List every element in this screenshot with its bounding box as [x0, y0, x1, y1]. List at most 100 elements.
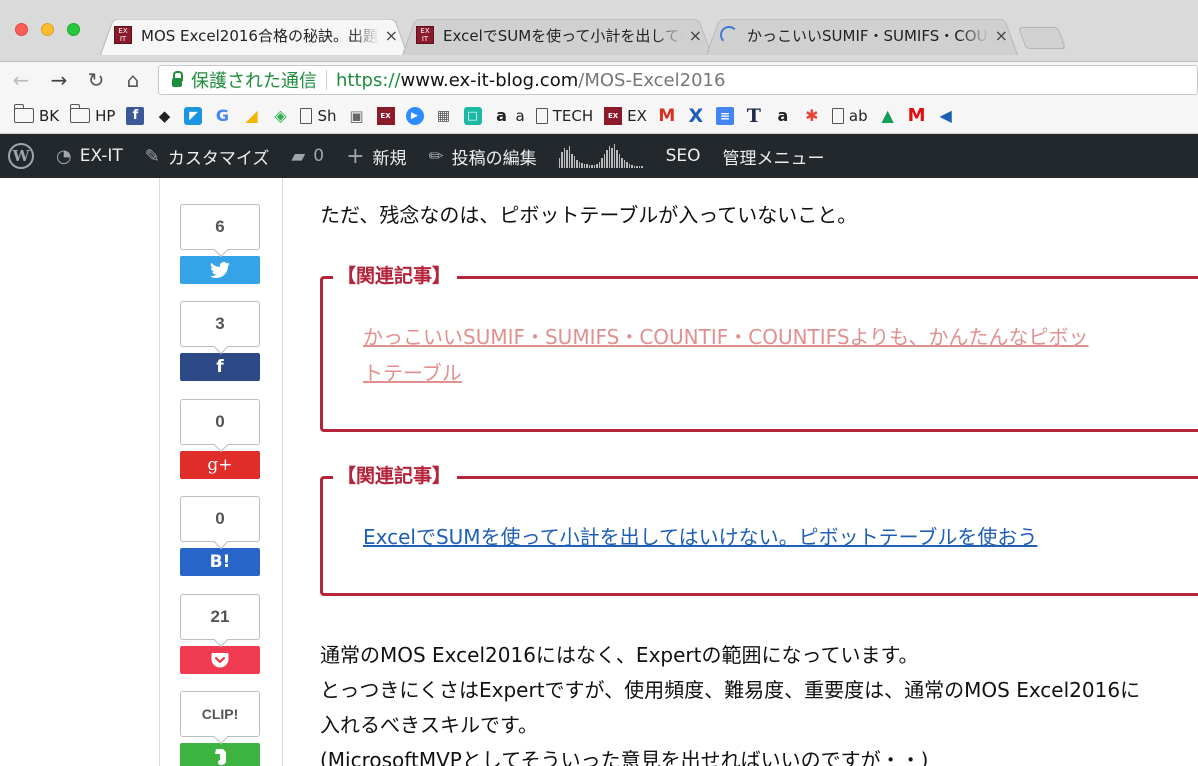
url-path: /MOS-Excel2016	[578, 69, 726, 91]
reload-icon[interactable]: ↻	[83, 67, 109, 93]
wordpress-logo-icon[interactable]: W	[8, 143, 34, 169]
bookmark-tealbox[interactable]: □	[463, 106, 482, 125]
drive-wedge-icon: ◢	[245, 106, 258, 125]
related-link-sumif[interactable]: かっこいいSUMIF・SUMIFS・COUNTIF・COUNTIFSよりも、かん…	[363, 319, 1089, 355]
new-tab-button[interactable]	[1017, 27, 1067, 49]
wp-site-menu[interactable]: ◔ EX-IT	[56, 146, 123, 167]
bookmark-drive-wedge[interactable]: ◢	[242, 106, 260, 125]
bookmark-photos[interactable]: ✱	[803, 106, 821, 125]
dashboard-icon: ◔	[56, 145, 72, 167]
related-article-heading: 【関連記事】	[333, 463, 458, 489]
tealbox-icon: □	[463, 106, 482, 125]
zoom-icon: ▶	[405, 106, 424, 125]
secure-label: 保護された通信	[191, 71, 317, 92]
zoom-window-button[interactable]	[67, 23, 80, 36]
related-link-sumif-cont[interactable]: トテーブル	[363, 355, 462, 391]
bookmark-google-drive[interactable]: ▲	[879, 106, 897, 125]
bookmark-t[interactable]: T	[745, 104, 763, 127]
browser-toolbar: ← → ↻ ⌂ 保護された通信 https://www.ex-it-blog.c…	[0, 62, 1198, 98]
share-count: 6	[180, 204, 260, 250]
bookmark-google[interactable]: G	[213, 106, 231, 125]
bookmark-twitter[interactable]: ◤	[184, 106, 203, 125]
clip-label: CLIP!	[180, 691, 260, 737]
bookmark-owl[interactable]: ◆	[155, 107, 173, 125]
ex-it-favicon: EX	[376, 106, 395, 125]
pencil-icon: ✏	[428, 145, 444, 167]
back-arrow-icon[interactable]: ←	[8, 67, 34, 93]
share-evernote[interactable]: CLIP!	[180, 691, 260, 766]
bookmark-facebook[interactable]: f	[126, 106, 145, 125]
bookmark-amazon-a[interactable]: aa	[493, 106, 525, 125]
body-line: 入れるべきスキルです。	[320, 713, 538, 737]
bookmark-arrow[interactable]: ◀	[937, 106, 955, 125]
bookmark-tech[interactable]: TECH	[535, 107, 593, 125]
minimize-window-button[interactable]	[41, 23, 54, 36]
share-facebook[interactable]: 3 f	[180, 301, 260, 381]
pocket-icon[interactable]	[180, 646, 260, 674]
close-icon[interactable]: ×	[385, 26, 398, 45]
docs-icon: ≡	[715, 106, 734, 125]
related-link-excel-sum[interactable]: ExcelでSUMを使って小計を出してはいけない。ピボットテーブルを使おう	[363, 519, 1037, 555]
tab-mos-excel2016[interactable]: EXIT MOS Excel2016合格の秘訣。出題範囲 ×	[100, 15, 408, 55]
bookmark-zoom[interactable]: ▶	[405, 106, 424, 125]
tab-title: ExcelでSUMを使って小計を出してはいけない	[443, 26, 683, 45]
divider	[282, 178, 283, 766]
hatena-bookmark-icon[interactable]: B!	[180, 548, 260, 576]
related-article-heading: 【関連記事】	[333, 263, 458, 289]
divider	[326, 70, 327, 90]
share-google-plus[interactable]: 0 g+	[180, 399, 260, 479]
t-icon: T	[746, 104, 761, 127]
bookmark-ex-it[interactable]: EX	[376, 106, 395, 125]
photos-icon: ✱	[805, 106, 819, 125]
close-icon[interactable]: ×	[995, 26, 1008, 45]
home-icon[interactable]: ⌂	[120, 67, 146, 93]
bookmark-x[interactable]: X	[687, 105, 705, 127]
bookmark-docs[interactable]: ≡	[715, 106, 734, 125]
bookmark-ex[interactable]: EX EX	[604, 106, 647, 125]
address-bar[interactable]: 保護された通信 https://www.ex-it-blog.com/MOS-E…	[158, 65, 1198, 95]
close-window-button[interactable]	[15, 23, 28, 36]
share-count: 21	[180, 594, 260, 640]
wp-new[interactable]: + 新規	[346, 144, 406, 169]
bookmark-gmail[interactable]: M	[658, 106, 676, 126]
tab-title: かっこいいSUMIF・SUMIFS・COUNTIF	[747, 26, 989, 45]
folder-icon	[13, 104, 34, 123]
google-plus-icon[interactable]: g+	[180, 451, 260, 479]
loading-spinner-icon	[720, 26, 738, 44]
tab-strip: EXIT MOS Excel2016合格の秘訣。出題範囲 × EXIT Exce…	[0, 0, 1198, 62]
bookmark-hp[interactable]: HP	[69, 104, 115, 125]
bookmark-m[interactable]: M	[908, 105, 926, 126]
bookmark-amazon[interactable]: a	[774, 106, 792, 125]
google-drive-icon: ▲	[881, 106, 894, 125]
divider	[159, 178, 160, 766]
bookmark-bk[interactable]: BK	[13, 104, 59, 125]
bookmark-briefcase[interactable]: ▣	[348, 107, 366, 125]
wp-customize[interactable]: ✎ カスタマイズ	[145, 144, 270, 169]
twitter-icon[interactable]	[180, 256, 260, 284]
document-icon	[831, 107, 844, 124]
share-count: 0	[180, 399, 260, 445]
bookmark-grid[interactable]: ▦	[435, 107, 453, 125]
forward-arrow-icon[interactable]: →	[46, 67, 72, 93]
related-article-box: 【関連記事】 かっこいいSUMIF・SUMIFS・COUNTIF・COUNTIF…	[320, 263, 1198, 432]
wp-seo[interactable]: SEO	[666, 146, 701, 166]
share-twitter[interactable]: 6	[180, 204, 260, 284]
share-pocket[interactable]: 21	[180, 594, 260, 674]
bookmark-sh[interactable]: Sh	[300, 107, 337, 125]
wp-comments[interactable]: ▰ 0	[291, 146, 324, 167]
stats-sparkline[interactable]	[558, 144, 644, 168]
bookmark-feedly[interactable]: ◈	[271, 106, 289, 125]
bookmark-ab[interactable]: ab	[831, 107, 868, 125]
facebook-icon[interactable]: f	[180, 353, 260, 381]
body-line: (MicrosoftMVPとしてそういった意見を出せればいいのですが・・)	[320, 748, 929, 766]
share-hatena[interactable]: 0 B!	[180, 496, 260, 576]
evernote-icon[interactable]	[180, 743, 260, 766]
share-count: 3	[180, 301, 260, 347]
tab-excel-sum[interactable]: EXIT ExcelでSUMを使って小計を出してはいけない ×	[402, 15, 712, 55]
comment-icon: ▰	[291, 145, 306, 167]
close-icon[interactable]: ×	[689, 26, 702, 45]
wp-edit-post[interactable]: ✏ 投稿の編集	[429, 144, 537, 169]
wp-admin-menu[interactable]: 管理メニュー	[723, 144, 825, 169]
url-host: www.ex-it-blog.com	[400, 69, 579, 91]
tab-sumif[interactable]: かっこいいSUMIF・SUMIFS・COUNTIF ×	[706, 15, 1018, 55]
